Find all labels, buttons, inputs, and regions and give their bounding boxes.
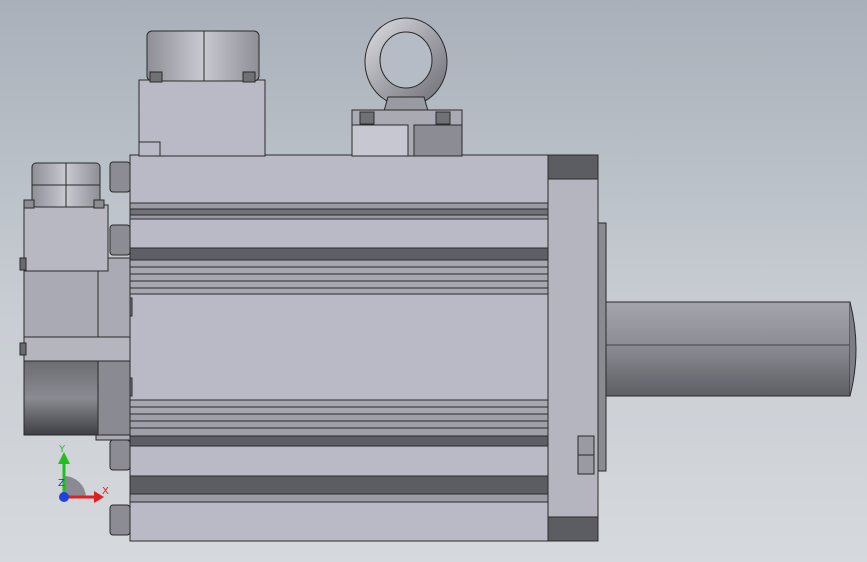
x-axis-label: X: [102, 486, 109, 497]
lifting-eye-bolt: [351, 17, 463, 157]
z-axis-label: Z: [58, 478, 65, 489]
power-connector: [138, 30, 266, 157]
front-flange: [546, 154, 607, 542]
y-axis-label: Y: [58, 444, 66, 455]
servo-motor-drawing: Y X Z: [19, 17, 857, 542]
cad-viewport[interactable]: Y X Z: [0, 0, 867, 562]
z-axis-dot: [59, 492, 69, 502]
coordinate-triad: Y X Z: [58, 444, 109, 503]
encoder-connector: [23, 162, 105, 209]
motor-body: [129, 154, 549, 542]
output-shaft: [601, 301, 857, 397]
